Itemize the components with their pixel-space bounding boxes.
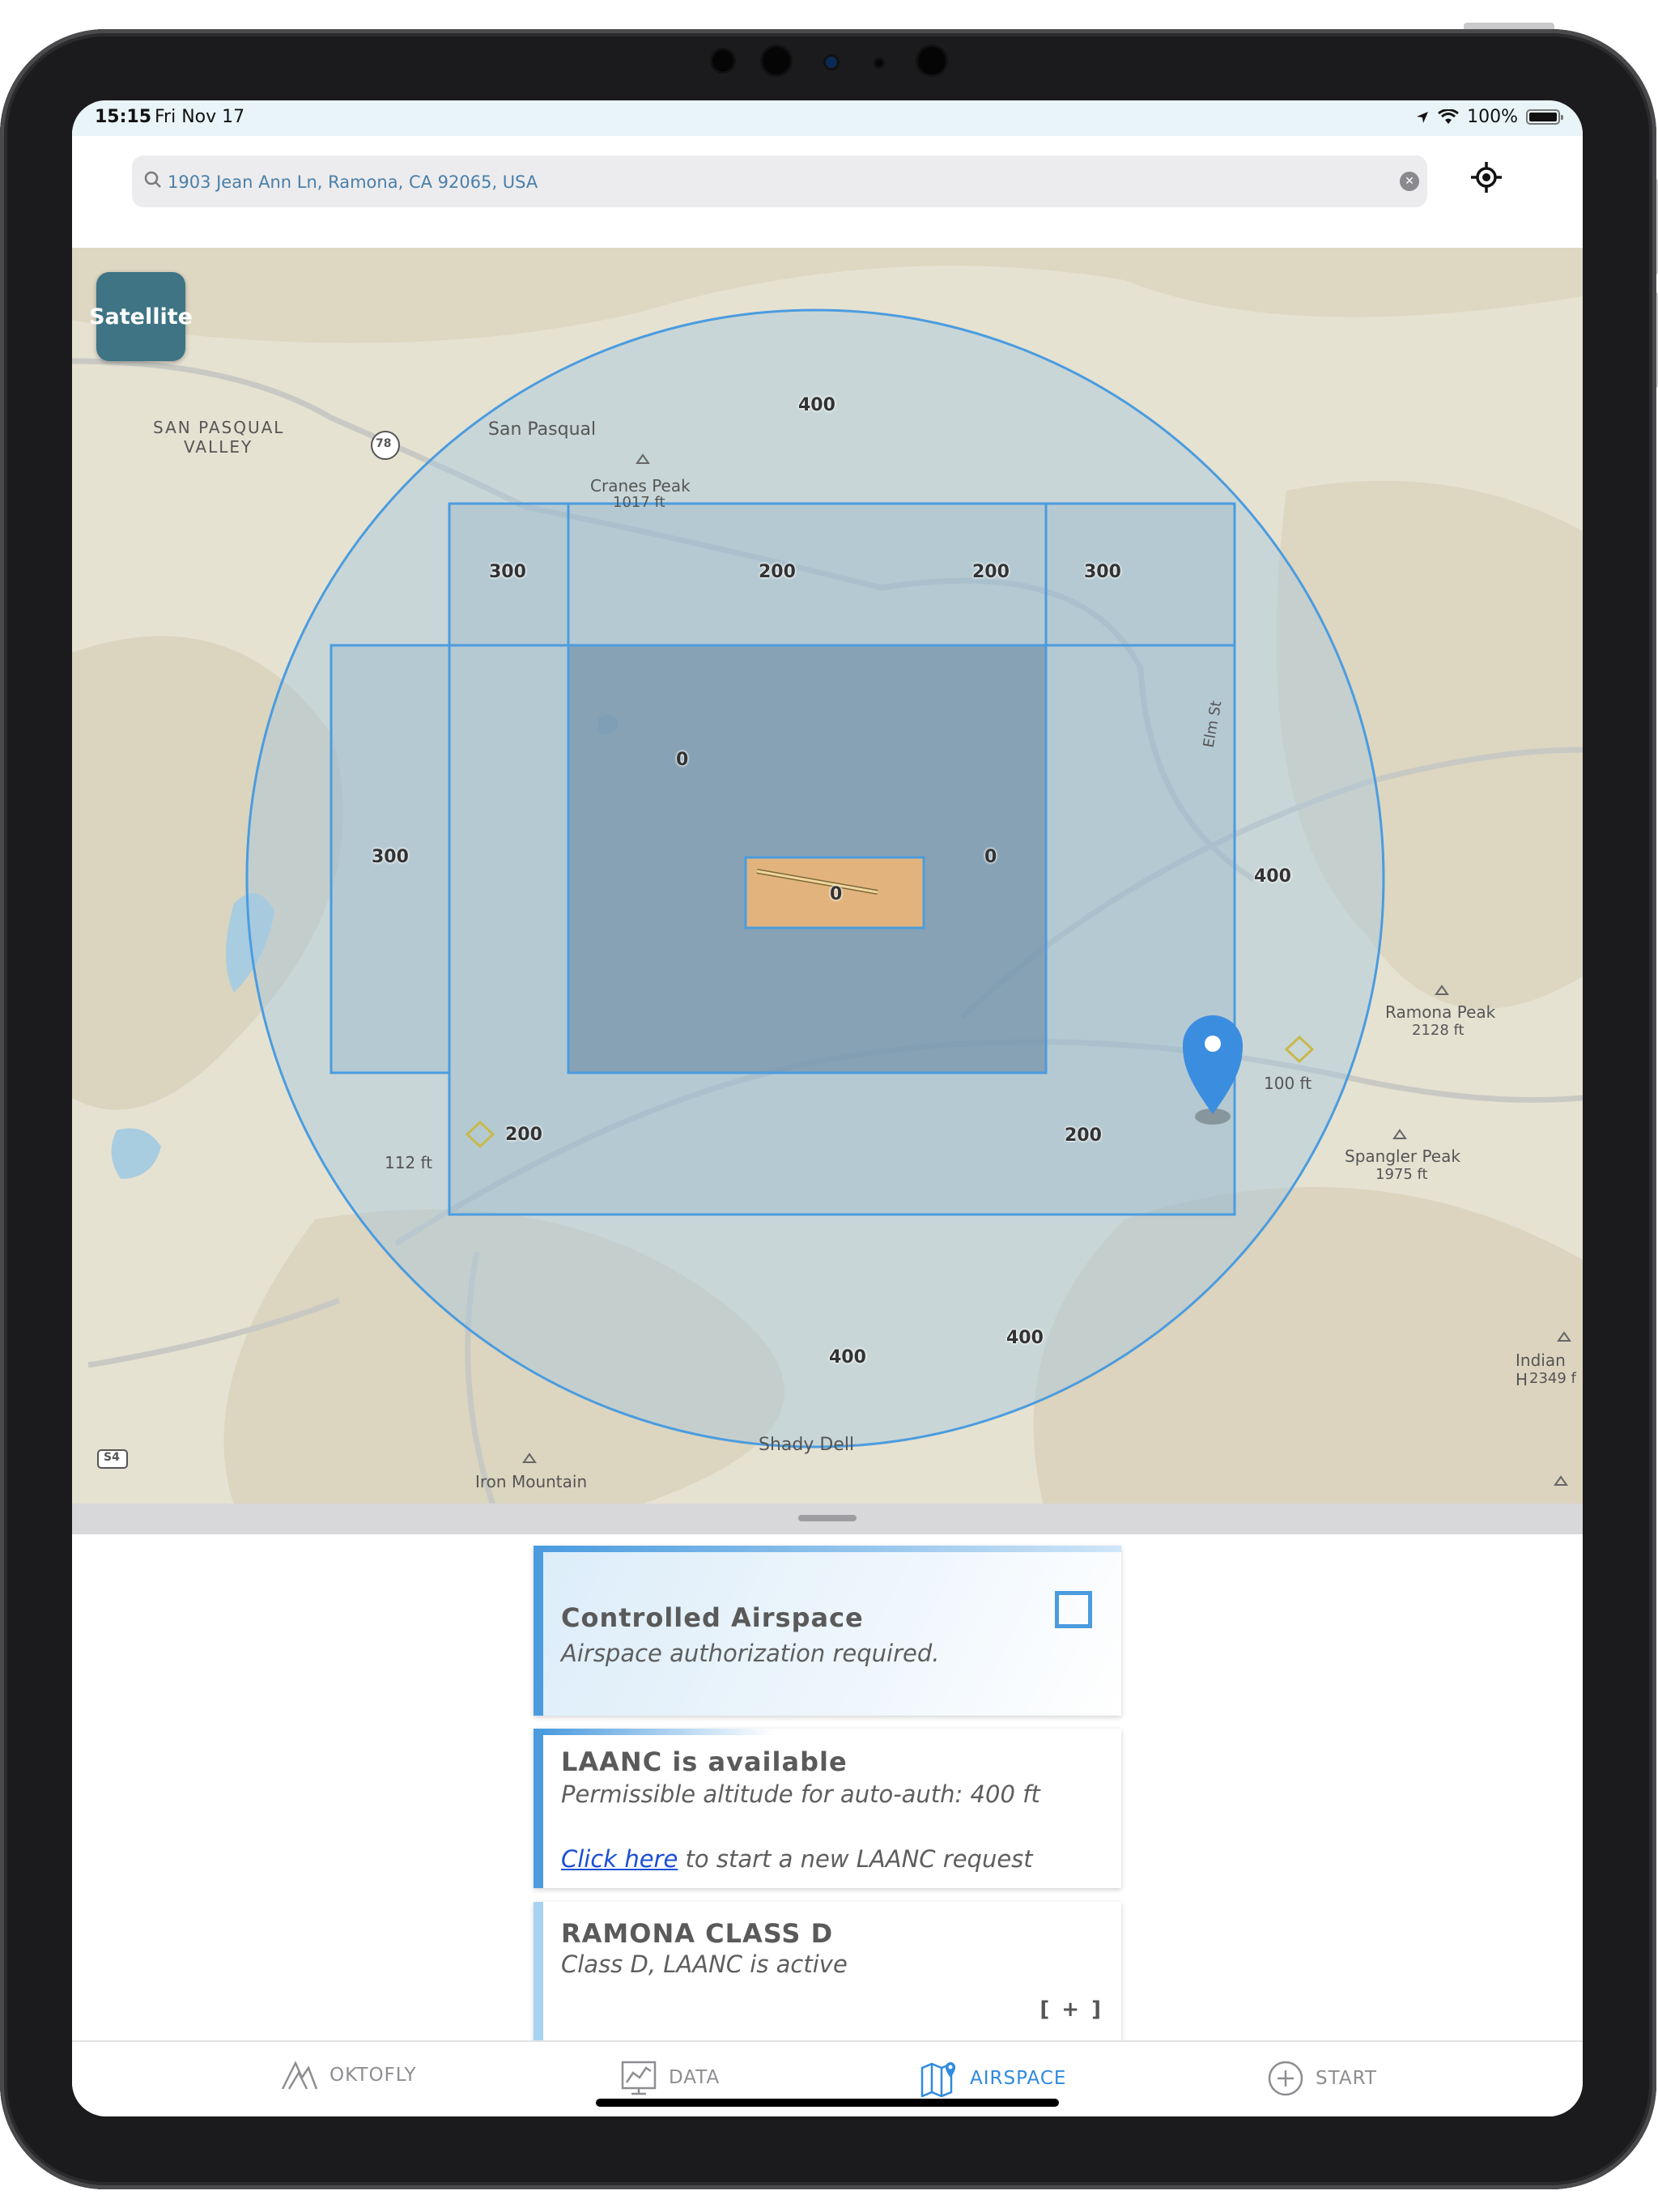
card-title: RAMONA CLASS D [561,1918,834,1949]
grid-value: 200 [759,562,796,582]
class-d-card[interactable]: RAMONA CLASS D Class D, LAANC is active … [534,1902,1121,2040]
sensor-icon [712,50,733,71]
tab-label: DATA [669,2067,721,2088]
tab-start[interactable]: START [1267,2060,1377,2097]
card-title: Controlled Airspace [561,1602,864,1633]
grid-value: 400 [1006,1328,1044,1348]
oktofly-logo-icon [281,2061,318,2090]
chart-icon [621,2061,657,2095]
address-search-bar[interactable]: ✕ [132,155,1427,209]
laanc-request-text: to start a new LAANC request [678,1845,1033,1873]
status-bar: 15:15 Fri Nov 17 100% [72,100,1583,136]
home-indicator[interactable] [596,2099,1059,2107]
current-location-icon[interactable] [1466,157,1507,198]
airspace-cards-panel[interactable]: Controlled Airspace Airspace authorizati… [72,1534,1583,2040]
grid-value: 400 [798,395,835,415]
map-pin-icon [920,2062,955,2097]
sensor-icon [876,60,882,66]
wifi-icon [1438,108,1459,124]
card-subtitle: Permissible altitude for auto-auth: 400 … [561,1780,1040,1808]
address-search-input[interactable] [166,155,1367,209]
status-time: 15:15 [95,107,152,127]
grid-value: 0 [676,750,689,770]
card-subtitle: Class D, LAANC is active [561,1950,848,1978]
airspace-map[interactable]: SAN PASQUAL VALLEY San Pasqual Cranes Pe… [72,248,1583,1505]
grid-value: 300 [489,562,526,582]
screen: 15:15 Fri Nov 17 100% ✕ [72,100,1583,2116]
battery-percent: 100% [1467,107,1518,127]
controlled-airspace-card[interactable]: Controlled Airspace Airspace authorizati… [534,1546,1121,1716]
tab-data[interactable]: DATA [620,2060,720,2095]
grid-value: 0 [984,847,997,867]
search-icon [144,171,161,188]
card-accent [543,1546,1121,1552]
grid-value: 300 [372,847,409,867]
tab-label: AIRSPACE [970,2068,1067,2089]
clear-search-icon[interactable]: ✕ [1400,172,1419,191]
grid-value: 300 [1084,562,1121,582]
sensor-icon [763,47,790,74]
laanc-request-link[interactable]: Click here [561,1845,678,1873]
tab-label: OKTOFLY [329,2065,417,2086]
tab-label: START [1316,2068,1377,2089]
tab-airspace[interactable]: AIRSPACE [920,2060,1066,2097]
tab-oktofly[interactable]: OKTOFLY [281,2060,417,2091]
sensor-icon [918,47,946,74]
grid-value: 0 [830,884,843,904]
laanc-request-line: Click here to start a new LAANC request [561,1845,1033,1873]
plus-circle-icon [1268,2061,1303,2096]
grid-value: 200 [505,1125,542,1145]
drawer-handle-bar[interactable] [72,1504,1583,1534]
drawer-grabber[interactable] [798,1515,857,1521]
grid-value-labels: 400 300 200 200 300 0 0 0 300 400 200 20… [72,248,1583,1505]
card-title: LAANC is available [561,1746,848,1777]
search-area: ✕ [72,136,1583,246]
status-date: Fri Nov 17 [155,107,245,127]
laanc-card[interactable]: LAANC is available Permissible altitude … [534,1729,1121,1888]
grid-value: 200 [1065,1125,1102,1146]
battery-icon [1526,109,1563,125]
grid-value: 400 [1254,866,1291,887]
card-subtitle: Airspace authorization required. [561,1640,940,1667]
camera-icon [826,57,837,68]
location-arrow-icon [1417,111,1429,123]
ipad-frame: 15:15 Fri Nov 17 100% ✕ [0,0,1658,2212]
grid-value: 200 [972,562,1010,582]
satellite-toggle-button[interactable]: Satellite [89,272,193,361]
expand-button[interactable]: [ + ] [1039,1997,1103,2022]
card-accent [543,1729,775,1735]
grid-value: 400 [829,1347,866,1368]
authorization-checkbox[interactable] [1055,1591,1092,1628]
